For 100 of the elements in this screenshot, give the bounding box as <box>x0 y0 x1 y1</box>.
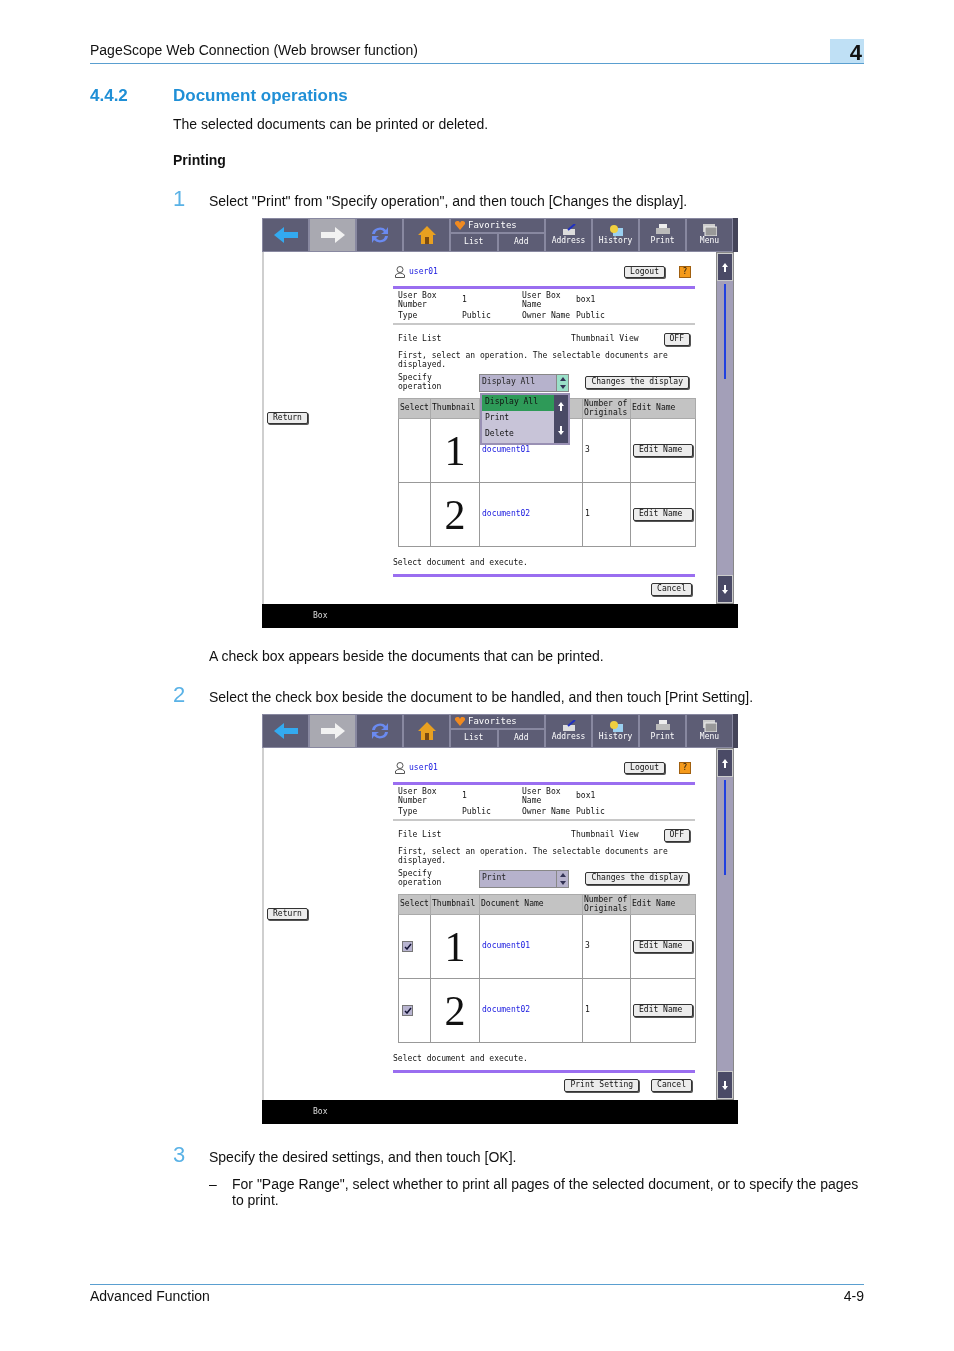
action-button[interactable]: Cancel <box>651 1079 692 1092</box>
favorites-action-button[interactable]: Add <box>497 233 545 252</box>
favorites-button[interactable]: Favorites <box>450 218 545 233</box>
action-button[interactable]: Cancel <box>651 583 692 596</box>
document-name[interactable]: document01 <box>482 445 531 455</box>
info-value: Public <box>462 311 492 321</box>
back-arrow-icon <box>273 227 298 243</box>
edit-name-button[interactable]: Edit Name <box>633 444 693 458</box>
home-button[interactable] <box>403 714 450 748</box>
step-text: Specify the desired settings, and then touch [OK]. <box>209 1149 517 1165</box>
section-number: 4.4.2 <box>90 86 129 106</box>
forward-arrow-icon <box>320 227 345 243</box>
document-name[interactable]: document02 <box>482 509 531 519</box>
history-button[interactable]: History <box>592 714 639 748</box>
operation-select[interactable]: Print <box>479 869 569 888</box>
specify-operation-label: Specify operation <box>398 870 443 888</box>
footer-title: Advanced Function <box>90 1288 210 1304</box>
logout-button[interactable]: Logout <box>624 761 665 775</box>
address-book-icon <box>561 224 576 237</box>
chapter-number: 4 <box>830 39 864 63</box>
step-number: 2 <box>173 682 187 708</box>
section-title: Document operations <box>173 86 348 106</box>
help-button[interactable]: ? <box>679 762 691 774</box>
instruction-text: First, select an operation. The selectable documents are displayed. <box>397 352 669 370</box>
back-button[interactable] <box>262 218 309 252</box>
step-text: Select the check box beside the document to be handled, and then touch [Print Setting]. <box>209 689 754 705</box>
originals-count: 1 <box>585 509 590 519</box>
thumbnail-number: 2 <box>443 491 467 538</box>
thumbnail-number: 2 <box>443 987 467 1034</box>
forward-arrow-icon <box>320 723 345 739</box>
info-label: User Box Name <box>522 292 562 310</box>
help-button[interactable]: ? <box>679 266 691 278</box>
column-header: Document Name <box>479 894 583 915</box>
instruction-text: First, select an operation. The selectable documents are displayed. <box>397 848 669 866</box>
spinner-arrows-icon <box>558 375 567 390</box>
step-number: 1 <box>173 186 187 212</box>
thumbnail-toggle-button[interactable]: OFF <box>663 829 690 843</box>
house-icon <box>416 225 437 245</box>
row-checkbox[interactable] <box>402 1004 413 1016</box>
changes-display-button[interactable]: Changes the display <box>585 376 689 390</box>
thumbnail-number: 1 <box>443 923 467 970</box>
favorites-action-button[interactable]: Add <box>497 729 545 748</box>
back-button[interactable] <box>262 714 309 748</box>
heart-icon <box>455 221 465 230</box>
scrollbar[interactable] <box>716 252 734 604</box>
info-value: 1 <box>462 296 468 306</box>
history-button[interactable]: History <box>592 218 639 252</box>
page-number: 4-9 <box>843 1288 864 1304</box>
address-button[interactable]: Address <box>545 218 592 252</box>
favorites-button[interactable]: Favorites <box>450 714 545 729</box>
favorites-action-button[interactable]: List <box>450 233 498 252</box>
running-header: PageScope Web Connection (Web browser function) <box>90 42 418 60</box>
refresh-button[interactable] <box>356 714 403 748</box>
favorites-action-button[interactable]: List <box>450 729 498 748</box>
print-button[interactable]: Print <box>639 218 686 252</box>
info-value: Public <box>576 311 606 321</box>
refresh-button[interactable] <box>356 218 403 252</box>
address-button[interactable]: Address <box>545 714 592 748</box>
thumbnail-toggle-button[interactable]: OFF <box>663 333 690 347</box>
home-button[interactable] <box>403 218 450 252</box>
document-name[interactable]: document02 <box>482 1005 531 1015</box>
user-name: user01 <box>409 267 439 277</box>
column-header: Number of Originals <box>582 894 631 915</box>
house-icon <box>416 721 437 741</box>
menu-button[interactable]: Menu <box>686 218 733 252</box>
status-message: Select document and execute. <box>393 559 529 569</box>
info-label: Owner Name <box>522 311 572 321</box>
clock-document-icon <box>608 224 623 237</box>
thumbnail-view-label: Thumbnail View <box>571 335 639 345</box>
row-checkbox[interactable] <box>402 940 413 952</box>
column-header: Select <box>398 894 431 915</box>
print-button[interactable]: Print <box>639 714 686 748</box>
edit-name-button[interactable]: Edit Name <box>633 940 693 954</box>
scrollbar[interactable] <box>716 748 734 1100</box>
info-value: box1 <box>576 792 597 802</box>
printer-icon <box>655 720 670 733</box>
info-label: User Box Number <box>398 292 438 310</box>
address-book-icon <box>561 720 576 733</box>
originals-count: 1 <box>585 1005 590 1015</box>
column-header: Thumbnail <box>430 398 480 419</box>
dropdown-option[interactable]: Delete <box>482 426 554 443</box>
note-text: A check box appears beside the documents that can be printed. <box>209 648 605 664</box>
info-label: User Box Name <box>522 788 562 806</box>
bullet-dash: – <box>209 1176 218 1194</box>
return-button[interactable]: Return <box>267 907 308 921</box>
action-button[interactable]: Print Setting <box>564 1079 640 1092</box>
return-button[interactable]: Return <box>267 411 308 425</box>
changes-display-button[interactable]: Changes the display <box>585 872 689 886</box>
edit-name-button[interactable]: Edit Name <box>633 1004 693 1018</box>
status-message: Select document and execute. <box>393 1055 529 1065</box>
column-header: Number of Originals <box>582 398 631 419</box>
info-label: Type <box>398 807 419 817</box>
user-icon <box>395 266 405 278</box>
document-name[interactable]: document01 <box>482 941 531 951</box>
edit-name-button[interactable]: Edit Name <box>633 508 693 522</box>
spinner-arrows-icon <box>558 871 567 886</box>
logout-button[interactable]: Logout <box>624 265 665 279</box>
down-arrow-icon <box>722 584 728 594</box>
menu-button[interactable]: Menu <box>686 714 733 748</box>
menu-icon <box>702 224 717 237</box>
